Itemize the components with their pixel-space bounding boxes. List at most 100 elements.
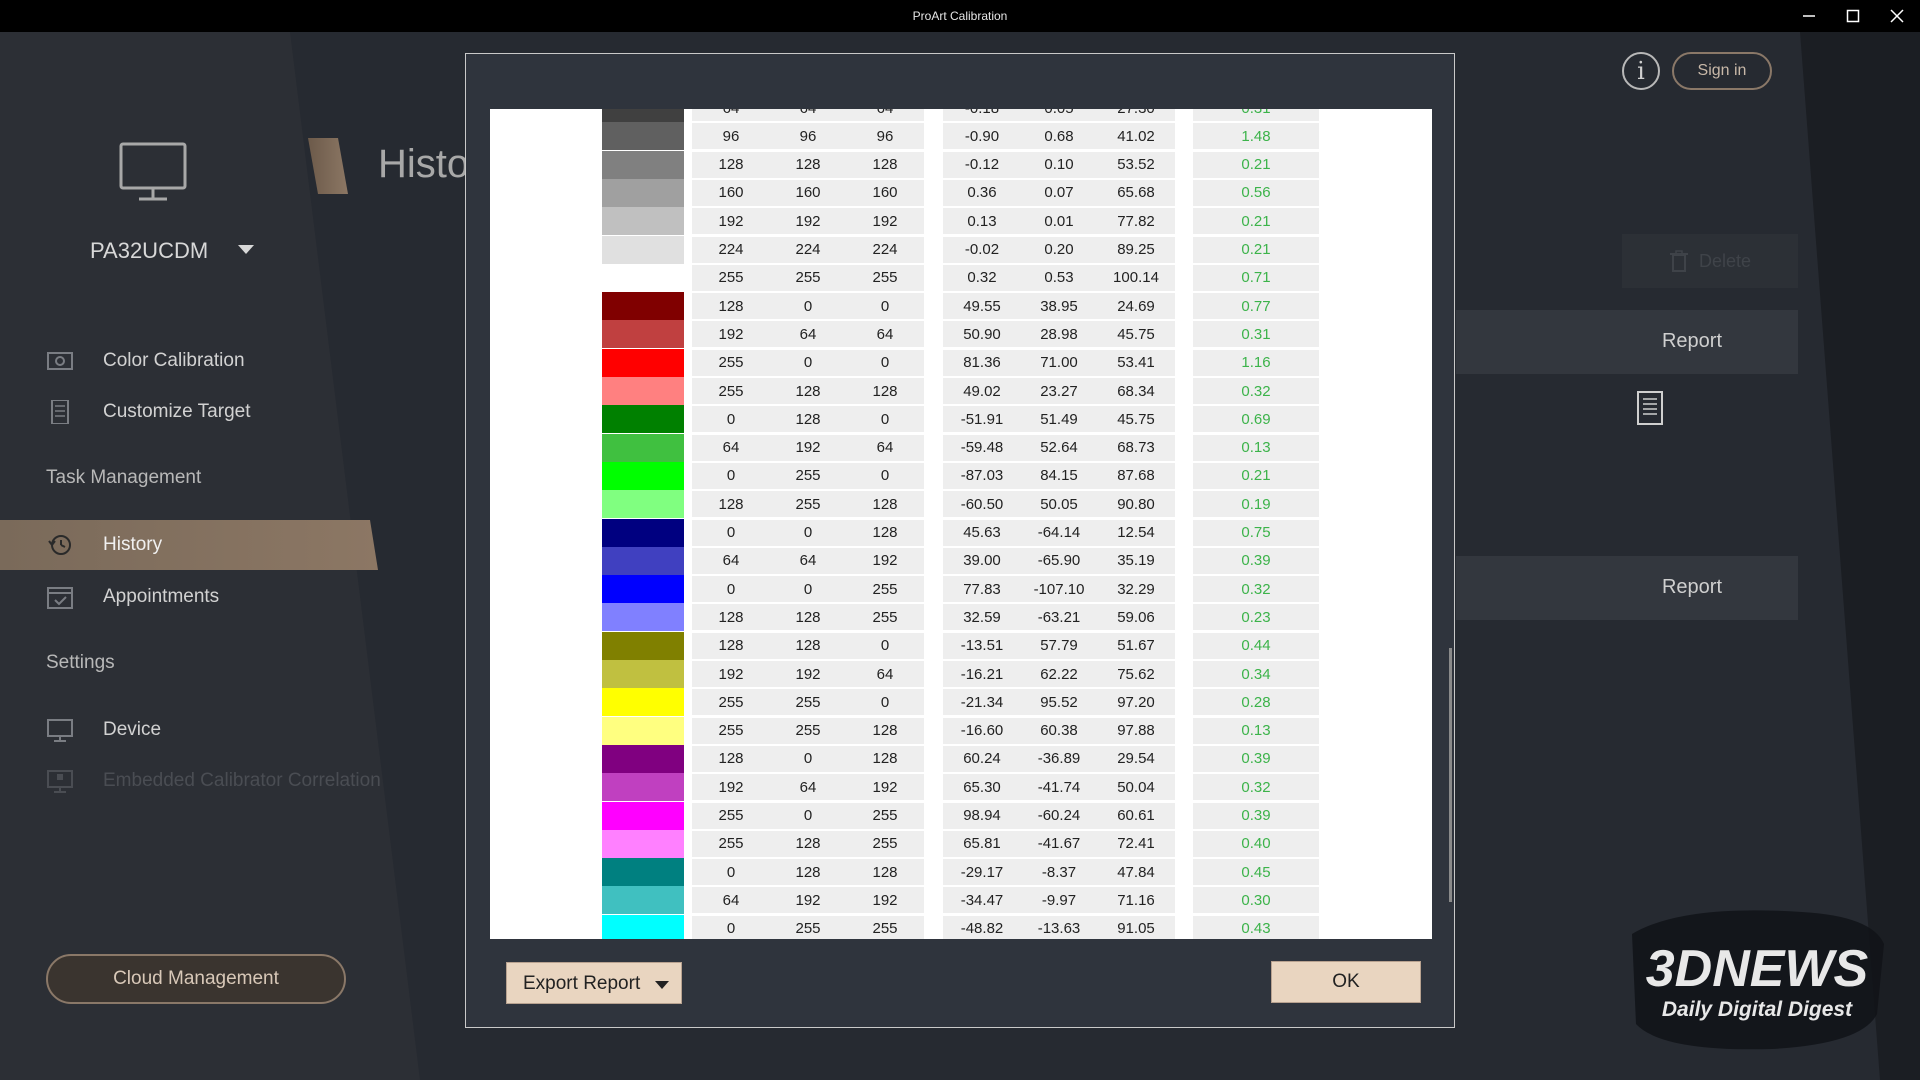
rgb-cell: 128 128 255 <box>692 604 924 631</box>
color-swatch <box>602 405 684 434</box>
delta-e-cell: 0.32 <box>1193 774 1319 801</box>
sidebar-item-label: Device <box>103 719 162 740</box>
r-value: 128 <box>718 750 744 768</box>
l-value: 72.41 <box>1117 835 1155 853</box>
a-value: -0.90 <box>964 127 1000 145</box>
rgb-cell: 0 0 255 <box>692 576 924 603</box>
table-row: 128 0 128 60.24 -36.89 29.54 0.39 <box>490 744 1432 773</box>
color-swatch <box>602 660 684 688</box>
minimize-button[interactable] <box>1786 0 1832 32</box>
measured-cell: 81.36 71.00 53.41 <box>943 349 1175 376</box>
sidebar-item-device[interactable]: Device <box>0 705 400 755</box>
rgb-cell: 160 160 160 <box>692 179 924 206</box>
table-row: 192 64 192 65.30 -41.74 50.04 0.32 <box>490 773 1432 802</box>
l-value: 90.80 <box>1117 495 1155 513</box>
camera-icon <box>47 352 73 370</box>
section-header-settings: Settings <box>46 652 115 673</box>
r-value: 255 <box>718 693 744 711</box>
device-selector[interactable]: PA32UCDM <box>90 238 208 264</box>
sidebar-item-embedded-calibrator: Embedded Calibrator Correlation <box>0 756 400 806</box>
ok-button[interactable]: OK <box>1271 961 1421 1003</box>
table-row: 646464-0.180.0527.300.31 <box>490 109 1432 122</box>
history-icon <box>48 535 71 555</box>
table-row: 128 128 0 -13.51 57.79 51.67 0.44 <box>490 631 1432 660</box>
delta-e-cell: 0.28 <box>1193 689 1319 716</box>
l-value: 35.19 <box>1117 552 1155 570</box>
table-row: 64 192 192 -34.47 -9.97 71.16 0.30 <box>490 886 1432 915</box>
b-star-value: 0.01 <box>1044 212 1074 230</box>
l-value: 24.69 <box>1117 297 1155 315</box>
measured-cell: -60.50 50.05 90.80 <box>943 491 1175 518</box>
b-value: 255 <box>872 580 898 598</box>
cloud-management-button[interactable]: Cloud Management <box>46 954 346 1004</box>
l-value: 29.54 <box>1117 750 1155 768</box>
rgb-cell: 128 0 0 <box>692 293 924 320</box>
document-icon[interactable] <box>1636 390 1664 426</box>
history-row-report[interactable]: Report <box>1456 556 1798 620</box>
rgb-cell: 96 96 96 <box>692 123 924 150</box>
table-row: 0 0 128 45.63 -64.14 12.54 0.75 <box>490 518 1432 547</box>
rgb-cell: 224 224 224 <box>692 236 924 263</box>
sidebar-item-history[interactable]: History <box>0 520 378 570</box>
b-star-value: 51.49 <box>1040 410 1078 428</box>
delta-e-cell: 0.39 <box>1193 802 1319 829</box>
info-button[interactable]: i <box>1622 52 1660 90</box>
report-table[interactable]: 646464-0.180.0527.300.31969696-0.900.684… <box>490 109 1432 939</box>
rgb-cell: 0 128 128 <box>692 859 924 886</box>
delta-e-cell: 0.34 <box>1193 661 1319 687</box>
history-row-report[interactable]: Report <box>1456 310 1798 374</box>
r-value: 192 <box>718 665 744 683</box>
table-row: 192 64 64 50.90 28.98 45.75 0.31 <box>490 320 1432 349</box>
b-value: 128 <box>872 524 898 541</box>
maximize-icon <box>1846 9 1860 23</box>
export-report-button[interactable]: Export Report <box>506 962 682 1004</box>
b-value: 0 <box>880 693 890 711</box>
delta-e-cell: 0.71 <box>1193 264 1319 291</box>
a-value: -0.18 <box>944 109 1021 117</box>
g-value: 0 <box>803 354 813 372</box>
r-value: 255 <box>718 354 744 372</box>
sidebar-item-appointments[interactable]: Appointments <box>0 572 400 622</box>
g-value: 255 <box>795 722 821 740</box>
chevron-down-icon[interactable] <box>238 245 254 254</box>
rgb-cell: 255 0 0 <box>692 349 924 376</box>
a-value: -21.34 <box>960 693 1004 711</box>
rgb-cell: 255 128 128 <box>692 378 924 404</box>
maximize-button[interactable] <box>1830 0 1876 32</box>
sidebar-item-color-calibration[interactable]: Color Calibration <box>0 336 400 386</box>
a-value: -0.02 <box>964 241 1000 258</box>
a-value: 98.94 <box>963 807 1001 824</box>
rgb-cell: 192 192 192 <box>692 208 924 235</box>
b-value: 0 <box>880 467 890 485</box>
scrollbar-thumb[interactable] <box>1449 648 1452 902</box>
report-button[interactable]: Report <box>1622 576 1762 599</box>
watermark-brand: 3DNEWS <box>1646 940 1869 998</box>
color-swatch <box>602 858 684 887</box>
r-value: 255 <box>718 807 744 824</box>
b-value: 0 <box>880 297 890 315</box>
a-value: -48.82 <box>960 920 1004 938</box>
a-value: 81.36 <box>963 354 1001 372</box>
l-value: 75.62 <box>1117 665 1155 683</box>
monitor-icon <box>119 142 187 201</box>
delta-e-cell: 0.32 <box>1193 576 1319 603</box>
a-value: 60.24 <box>963 750 1001 768</box>
sidebar-item-customize-target[interactable]: Customize Target <box>0 387 400 437</box>
rgb-cell: 64 64 192 <box>692 547 924 574</box>
measured-cell: -21.34 95.52 97.20 <box>943 689 1175 716</box>
a-value: -87.03 <box>960 467 1004 485</box>
r-value: 64 <box>722 891 740 909</box>
sign-in-button[interactable]: Sign in <box>1672 52 1772 90</box>
measured-cell: -0.12 0.10 53.52 <box>943 151 1175 178</box>
a-value: 0.32 <box>967 269 997 287</box>
table-row: 0 128 0 -51.91 51.49 45.75 0.69 <box>490 405 1432 434</box>
b-value: 96 <box>876 127 894 145</box>
color-swatch <box>602 320 684 349</box>
close-button[interactable] <box>1874 0 1920 32</box>
report-button[interactable]: Report <box>1622 330 1762 353</box>
color-swatch <box>602 886 684 915</box>
table-row: 128 128 255 32.59 -63.21 59.06 0.23 <box>490 603 1432 632</box>
a-value: 65.81 <box>963 835 1001 853</box>
b-value: 255 <box>872 920 898 938</box>
sidebar-item-label: Appointments <box>103 586 220 607</box>
